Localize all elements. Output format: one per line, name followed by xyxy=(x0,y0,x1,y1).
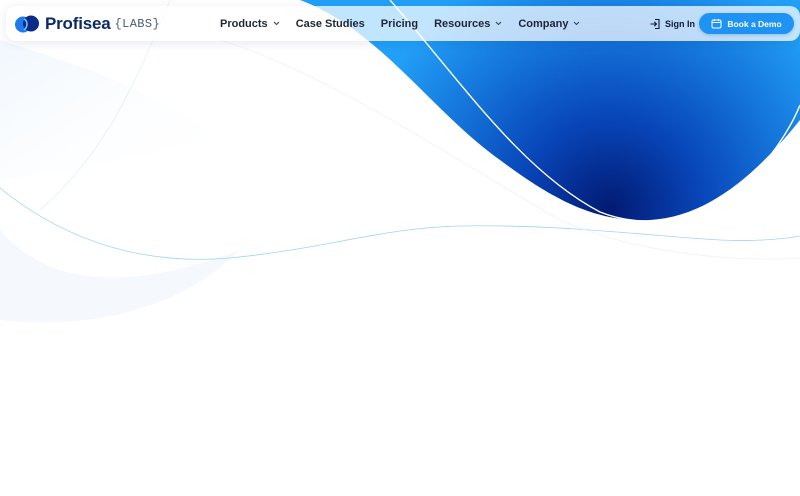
nav-item-pricing[interactable]: Pricing xyxy=(381,18,418,30)
nav-item-case-studies[interactable]: Case Studies xyxy=(296,18,365,30)
brand-sub: {LABS} xyxy=(114,17,161,31)
sign-in-label: Sign In xyxy=(665,18,695,29)
page: Profisea {LABS} Products Case Studies Pr… xyxy=(0,0,800,496)
nav-item-label: Case Studies xyxy=(295,17,365,30)
nav-item-label: Pricing xyxy=(380,17,419,30)
chevron-down-icon xyxy=(574,21,580,26)
brand-logo[interactable]: Profisea {LABS} xyxy=(14,13,160,35)
book-demo-button[interactable]: Book a Demo xyxy=(699,13,794,34)
nav-item-label: Resources xyxy=(434,17,491,30)
chevron-down-icon xyxy=(495,21,502,26)
hero-background-waves xyxy=(0,0,800,496)
brand-name: Profisea xyxy=(45,14,111,33)
nav-item-label: Products xyxy=(220,17,268,30)
top-navbar: Profisea {LABS} Products Case Studies Pr… xyxy=(6,6,800,41)
nav-item-company[interactable]: Company xyxy=(518,18,580,30)
book-demo-label: Book a Demo xyxy=(727,18,782,29)
calendar-icon xyxy=(711,19,722,29)
login-icon xyxy=(650,18,660,29)
nav-links: Products Case Studies Pricing Resources … xyxy=(220,6,596,41)
profisea-logo-icon xyxy=(15,15,39,33)
nav-item-label: Company xyxy=(518,17,569,30)
chevron-down-icon xyxy=(273,21,280,26)
nav-item-resources[interactable]: Resources xyxy=(434,18,502,30)
nav-item-products[interactable]: Products xyxy=(220,18,280,30)
sign-in-link[interactable]: Sign In xyxy=(649,6,695,41)
